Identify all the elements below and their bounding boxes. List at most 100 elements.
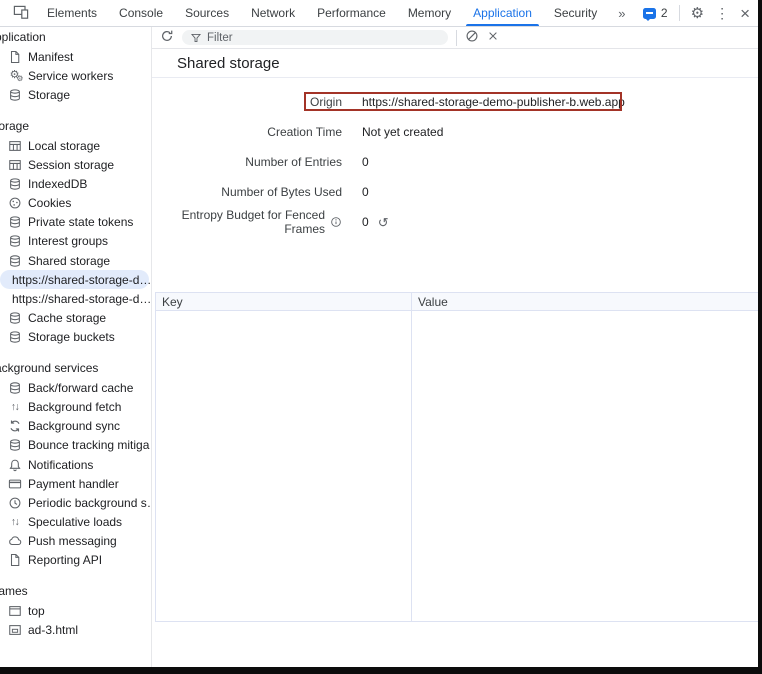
issues-button[interactable]: 2 — [643, 6, 668, 20]
tab-network[interactable]: Network — [240, 0, 306, 26]
metadata-row-origin: Origin https://shared-storage-demo-publi… — [152, 87, 762, 117]
table-icon — [7, 158, 22, 172]
info-icon[interactable] — [330, 216, 342, 228]
toggle-device-toolbar-button[interactable] — [6, 0, 36, 26]
database-icon — [7, 88, 22, 102]
sidebar-item-local-storage[interactable]: Local storage — [0, 136, 151, 155]
window-right-edge — [758, 0, 762, 674]
sidebar-item-cache-storage[interactable]: Cache storage — [0, 309, 151, 328]
section-title-storage: Storage — [0, 117, 151, 136]
cloud-icon — [7, 534, 22, 548]
cookie-icon — [7, 196, 22, 210]
database-icon — [7, 381, 22, 395]
tab-security[interactable]: Security — [543, 0, 608, 26]
metadata-row-creation-time: Creation Time Not yet created — [152, 117, 762, 147]
sidebar-item-reporting-api[interactable]: Reporting API — [0, 551, 151, 570]
issues-count: 2 — [661, 6, 668, 20]
shared-storage-panel: Shared storage Origin https://shared-sto… — [152, 27, 762, 667]
table-icon — [7, 139, 22, 153]
page-title: Shared storage — [177, 55, 280, 72]
service-workers-icon: ⚙⚙ — [7, 70, 22, 81]
document-icon — [7, 553, 22, 567]
chevron-double-right-icon: » — [618, 6, 625, 21]
database-icon — [7, 177, 22, 191]
database-icon — [7, 254, 22, 268]
filter-box[interactable] — [182, 30, 448, 45]
database-icon — [7, 438, 22, 452]
settings-button[interactable]: ⚙ — [691, 4, 704, 22]
tab-performance[interactable]: Performance — [306, 0, 397, 26]
sidebar-item-speculative-loads[interactable]: ↑↓ Speculative loads — [0, 513, 151, 532]
reset-budget-button[interactable]: ↺ — [378, 216, 389, 229]
section-title-application: Application — [0, 28, 151, 47]
sidebar-item-session-storage[interactable]: Session storage — [0, 155, 151, 174]
panel-header: Shared storage — [152, 49, 762, 78]
main-menu-button[interactable]: ⋮ — [715, 5, 729, 22]
sidebar-item-shared-storage[interactable]: Shared storage — [0, 251, 151, 270]
device-toolbar-icon — [13, 4, 29, 23]
section-title-background-services: Background services — [0, 359, 151, 378]
sidebar-item-push-messaging[interactable]: Push messaging — [0, 532, 151, 551]
sidebar-item-storage-buckets[interactable]: Storage buckets — [0, 328, 151, 347]
sidebar-item-payment-handler[interactable]: Payment handler — [0, 474, 151, 493]
value-column-area — [412, 311, 762, 621]
filter-input[interactable] — [207, 32, 440, 44]
database-icon — [7, 311, 22, 325]
sidebar-item-notifications[interactable]: Notifications — [0, 455, 151, 474]
database-icon — [7, 215, 22, 229]
tab-application[interactable]: Application — [462, 0, 543, 26]
clear-all-button[interactable] — [465, 29, 479, 46]
shared-storage-metadata: Origin https://shared-storage-demo-publi… — [152, 78, 762, 237]
database-icon — [7, 330, 22, 344]
tab-console[interactable]: Console — [108, 0, 174, 26]
close-devtools-button[interactable]: × — [740, 5, 750, 22]
metadata-row-number-of-entries: Number of Entries 0 — [152, 147, 762, 177]
delete-selected-button[interactable] — [487, 30, 499, 45]
tab-memory[interactable]: Memory — [397, 0, 462, 26]
tab-sources[interactable]: Sources — [174, 0, 240, 26]
tab-elements[interactable]: Elements — [36, 0, 108, 26]
window-bottom-edge — [0, 667, 762, 674]
refresh-button[interactable] — [160, 29, 174, 46]
toolbar-divider — [456, 30, 457, 46]
key-column-area — [156, 311, 412, 621]
sidebar-item-frame-top[interactable]: top — [0, 601, 151, 620]
toolbar-divider — [679, 5, 680, 21]
document-icon — [7, 50, 22, 64]
origin-value: https://shared-storage-demo-publisher-b.… — [362, 87, 762, 117]
sidebar-item-back-forward-cache[interactable]: Back/forward cache — [0, 378, 151, 397]
sidebar-item-bounce-tracking-mitigations[interactable]: Bounce tracking mitiga… — [0, 436, 151, 455]
sidebar-item-indexeddb[interactable]: IndexedDB — [0, 174, 151, 193]
sidebar-item-periodic-background-sync[interactable]: Periodic background s… — [0, 493, 151, 512]
sidebar-item-frame-ad-3[interactable]: ad-3.html — [0, 620, 151, 639]
funnel-icon — [190, 32, 202, 44]
application-sidebar: Application Manifest ⚙⚙ Service workers … — [0, 27, 152, 667]
sidebar-item-service-workers[interactable]: ⚙⚙ Service workers — [0, 66, 151, 85]
kebab-menu-icon: ⋮ — [715, 5, 729, 22]
section-title-frames: Frames — [0, 582, 151, 601]
shared-storage-entries-table: Key Value — [155, 292, 762, 622]
block-icon — [465, 29, 479, 46]
sidebar-item-cookies[interactable]: Cookies — [0, 194, 151, 213]
frame-icon — [7, 604, 22, 618]
sidebar-item-private-state-tokens[interactable]: Private state tokens — [0, 213, 151, 232]
devtools-tabbar: Elements Console Sources Network Perform… — [0, 0, 762, 27]
table-header-row: Key Value — [156, 293, 762, 311]
sync-icon — [7, 419, 22, 433]
refresh-icon — [160, 29, 174, 46]
bell-icon — [7, 458, 22, 472]
metadata-row-number-of-bytes-used: Number of Bytes Used 0 — [152, 177, 762, 207]
close-icon — [487, 30, 499, 45]
sidebar-item-shared-storage-origin-2[interactable]: https://shared-storage-d… — [0, 289, 151, 308]
more-tabs-button[interactable]: » — [608, 0, 635, 26]
sidebar-item-storage[interactable]: Storage — [0, 86, 151, 105]
gear-icon: ⚙ — [691, 4, 704, 22]
sidebar-item-manifest[interactable]: Manifest — [0, 47, 151, 66]
column-header-key: Key — [156, 293, 412, 310]
clock-icon — [7, 496, 22, 510]
storage-toolbar — [152, 27, 762, 49]
sidebar-item-shared-storage-origin-1[interactable]: https://shared-storage-d… — [0, 270, 149, 289]
sidebar-item-background-sync[interactable]: Background sync — [0, 417, 151, 436]
sidebar-item-background-fetch[interactable]: ↑↓ Background fetch — [0, 397, 151, 416]
sidebar-item-interest-groups[interactable]: Interest groups — [0, 232, 151, 251]
